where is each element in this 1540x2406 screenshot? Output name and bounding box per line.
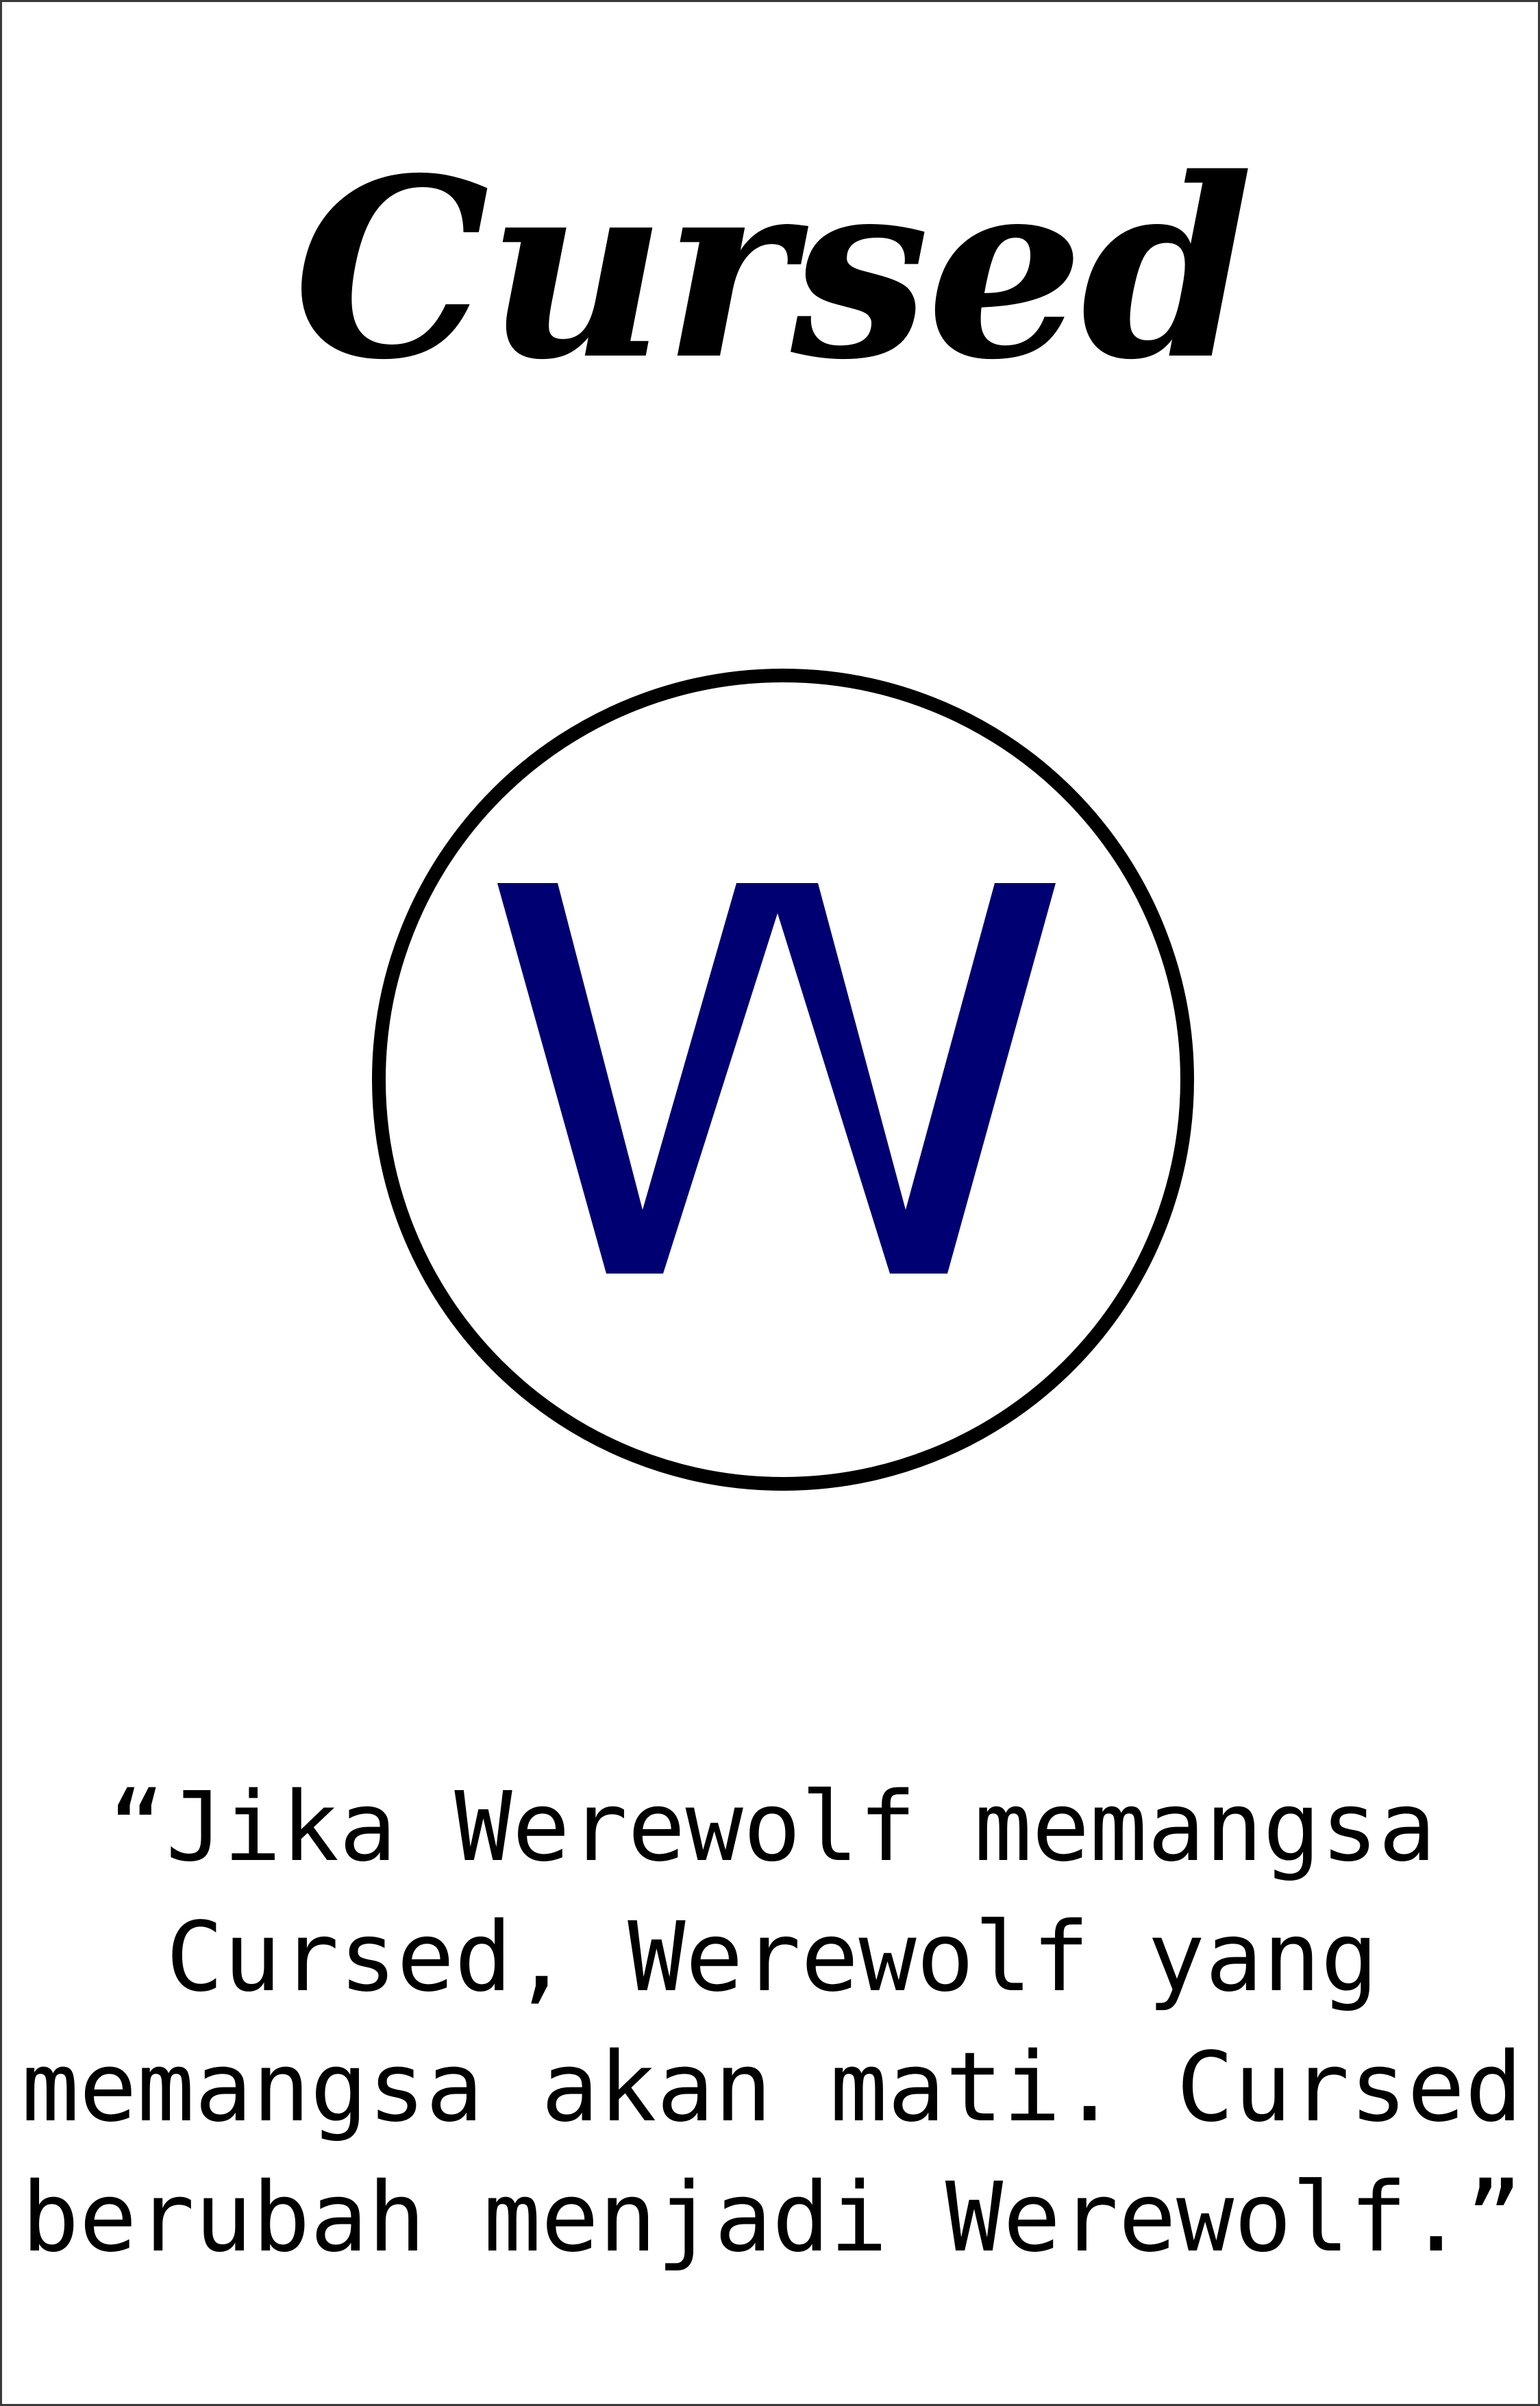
description-line: berubah menjadi Werewolf.” bbox=[21, 2162, 1523, 2274]
description-line: “Jika Werewolf memangsa bbox=[108, 1772, 1437, 1883]
description-line: memangsa akan mati. Cursed bbox=[21, 2032, 1523, 2144]
card-description: “Jika Werewolf memangsa Cursed, Werewolf… bbox=[2, 1763, 1540, 2283]
emblem-ring bbox=[372, 669, 1194, 1491]
emblem-letter-w bbox=[497, 883, 1056, 1274]
circle-w-icon bbox=[365, 662, 1201, 1498]
role-card: Cursed “Jika Werewolf memangsa Cursed, W… bbox=[0, 0, 1540, 2406]
card-title: Cursed bbox=[293, 124, 1253, 414]
description-line: Cursed, Werewolf yang bbox=[165, 1902, 1379, 2013]
